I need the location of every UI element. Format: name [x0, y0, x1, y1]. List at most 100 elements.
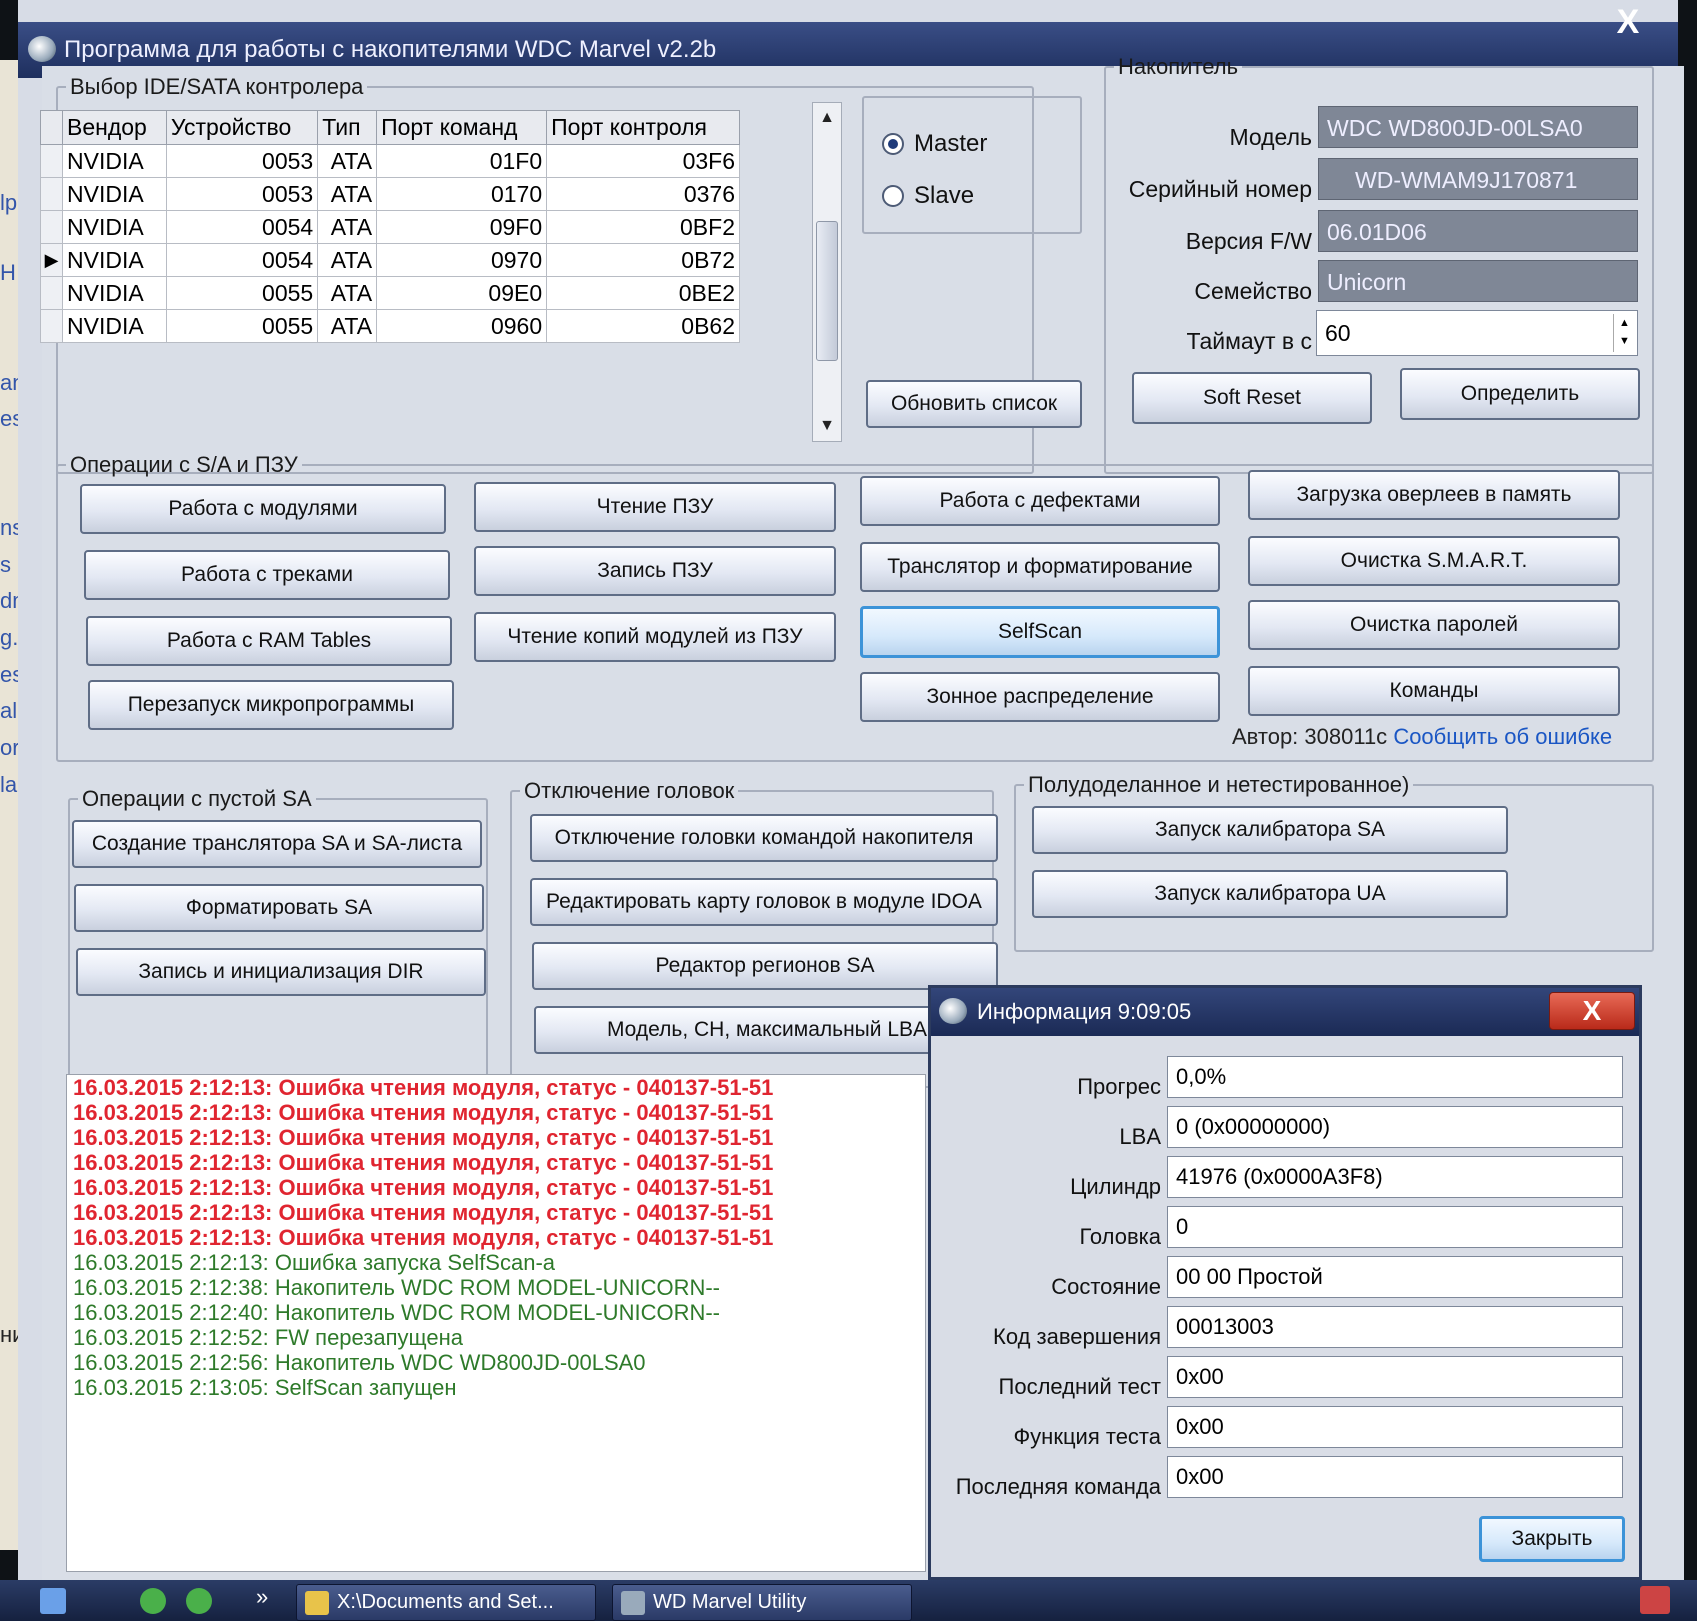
log-panel[interactable]: 16.03.2015 2:12:13: Ошибка чтения модуля… — [66, 1074, 926, 1572]
test-function-field[interactable]: 0x00 — [1167, 1406, 1623, 1448]
scroll-up-icon[interactable]: ▲ — [813, 103, 841, 133]
slave-radio[interactable]: Slave — [882, 182, 974, 210]
log-line-error: 16.03.2015 2:12:13: Ошибка чтения модуля… — [73, 1125, 774, 1150]
spinner-arrows-icon[interactable]: ▲ ▼ — [1613, 314, 1635, 352]
serial-field[interactable]: WD-WMAM9J170871 — [1318, 158, 1638, 200]
clear-passwords-button[interactable]: Очистка паролей — [1248, 600, 1620, 650]
sa-calibrator-button[interactable]: Запуск калибратора SA — [1032, 806, 1508, 854]
cylinder-field[interactable]: 41976 (0x0000A3F8) — [1167, 1156, 1623, 1198]
modules-button[interactable]: Работа с модулями — [80, 484, 446, 534]
cell-type: ATA — [317, 144, 378, 178]
row-indicator-header — [40, 110, 63, 145]
state-field[interactable]: 00 00 Простой — [1167, 1256, 1623, 1298]
column-header[interactable]: Устройство — [165, 110, 319, 145]
read-module-copies-button[interactable]: Чтение копий модулей из ПЗУ — [474, 612, 836, 662]
tray-icon[interactable] — [1640, 1586, 1670, 1614]
dialog-title-bar[interactable]: Информация 9:09:05 — [931, 988, 1639, 1036]
commands-button[interactable]: Команды — [1248, 666, 1620, 716]
last-test-field[interactable]: 0x00 — [1167, 1356, 1623, 1398]
controller-legend: Выбор IDE/SATA контролера — [70, 74, 364, 99]
cell-cmd-port: 09E0 — [376, 276, 548, 310]
close-dialog-button[interactable]: Закрыть — [1479, 1516, 1625, 1562]
zone-allocation-button[interactable]: Зонное распределение — [860, 672, 1220, 722]
lba-field[interactable]: 0 (0x00000000) — [1167, 1106, 1623, 1148]
fw-field[interactable]: 06.01D06 — [1318, 210, 1638, 252]
log-line-error: 16.03.2015 2:12:13: Ошибка чтения модуля… — [73, 1100, 774, 1125]
taskbar: » X:\Documents and Set... WD Marvel Util… — [0, 1580, 1697, 1621]
taskbar-item[interactable]: X:\Documents and Set... — [296, 1584, 596, 1621]
table-row[interactable]: NVIDIA 0055 ATA 09E0 0BE2 — [40, 276, 740, 310]
write-rom-button[interactable]: Запись ПЗУ — [474, 546, 836, 596]
last-command-field[interactable]: 0x00 — [1167, 1456, 1623, 1498]
refresh-list-button[interactable]: Обновить список — [866, 380, 1082, 428]
table-row[interactable]: NVIDIA 0053 ATA 0170 0376 — [40, 177, 740, 211]
ua-calibrator-button[interactable]: Запуск калибратора UA — [1032, 870, 1508, 918]
scroll-thumb[interactable] — [816, 221, 838, 361]
cell-ctrl-port: 03F6 — [546, 144, 740, 178]
log-line: 16.03.2015 2:12:56: Накопитель WDC WD800… — [73, 1350, 646, 1375]
log-line-error: 16.03.2015 2:12:13: Ошибка чтения модуля… — [73, 1150, 774, 1175]
detect-button[interactable]: Определить — [1400, 368, 1640, 420]
completion-code-field[interactable]: 00013003 — [1167, 1306, 1623, 1348]
load-overlays-button[interactable]: Загрузка оверлеев в память — [1248, 470, 1620, 520]
disable-head-button[interactable]: Отключение головки командой накопителя — [530, 814, 998, 862]
tracks-button[interactable]: Работа с треками — [84, 550, 450, 600]
cell-type: ATA — [317, 243, 378, 277]
cylinder-label: Цилиндр — [1070, 1174, 1161, 1199]
restart-firmware-button[interactable]: Перезапуск микропрограммы — [88, 680, 454, 730]
log-line-error: 16.03.2015 2:12:13: Ошибка чтения модуля… — [73, 1075, 774, 1100]
column-header[interactable]: Тип — [317, 110, 378, 145]
ram-tables-button[interactable]: Работа с RAM Tables — [86, 616, 452, 666]
last-test-label: Последний тест — [998, 1374, 1161, 1399]
write-init-dir-button[interactable]: Запись и инициализация DIR — [76, 948, 486, 996]
head-field[interactable]: 0 — [1167, 1206, 1623, 1248]
scroll-down-icon[interactable]: ▼ — [813, 411, 841, 441]
read-rom-button[interactable]: Чтение ПЗУ — [474, 482, 836, 532]
row-indicator — [40, 276, 63, 310]
table-scrollbar[interactable]: ▲ ▼ — [812, 102, 842, 442]
log-line: 16.03.2015 2:12:38: Накопитель WDC ROM M… — [73, 1275, 720, 1300]
family-field[interactable]: Unicorn — [1318, 260, 1638, 302]
log-line: 16.03.2015 2:13:05: SelfScan запущен — [73, 1375, 457, 1400]
taskbar-item-active[interactable]: WD Marvel Utility — [612, 1584, 912, 1621]
log-line-error: 16.03.2015 2:12:13: Ошибка чтения модуля… — [73, 1175, 774, 1200]
heads-legend: Отключение головок — [524, 778, 735, 803]
cell-device: 0054 — [165, 210, 319, 244]
author-line: Автор: 308011c Сообщить об ошибке — [1232, 724, 1612, 750]
create-sa-translator-button[interactable]: Создание транслятора SA и SA-листа — [72, 820, 482, 868]
fw-label: Версия F/W — [1185, 228, 1312, 254]
report-bug-link[interactable]: Сообщить об ошибке — [1393, 724, 1612, 749]
cell-vendor: NVIDIA — [62, 309, 167, 343]
dialog-title: Информация 9:09:05 — [977, 999, 1192, 1024]
model-field[interactable]: WDC WD800JD-00LSA0 — [1318, 106, 1638, 148]
chevron-icon[interactable]: » — [256, 1584, 268, 1610]
table-row[interactable]: NVIDIA 0054 ATA 09F0 0BF2 — [40, 210, 740, 244]
translator-format-button[interactable]: Транслятор и форматирование — [860, 542, 1220, 592]
master-label: Master — [914, 130, 988, 157]
defects-button[interactable]: Работа с дефектами — [860, 476, 1220, 526]
soft-reset-button[interactable]: Soft Reset — [1132, 372, 1372, 424]
quicklaunch-icon[interactable] — [186, 1588, 212, 1614]
selfscan-button[interactable]: SelfScan — [860, 606, 1220, 658]
quicklaunch-icon[interactable] — [40, 1588, 66, 1614]
edit-head-map-button[interactable]: Редактировать карту головок в модуле IDO… — [530, 878, 998, 926]
format-sa-button[interactable]: Форматировать SA — [74, 884, 484, 932]
sa-regions-editor-button[interactable]: Редактор регионов SA — [532, 942, 998, 990]
column-header[interactable]: Порт контроля — [546, 110, 740, 145]
close-icon[interactable]: X — [1602, 0, 1654, 44]
timeout-spinner[interactable]: 60 ▲ ▼ — [1316, 310, 1638, 356]
controller-table[interactable]: Вендор Устройство Тип Порт команд Порт к… — [40, 110, 740, 343]
close-icon[interactable]: X — [1549, 992, 1635, 1030]
table-row-selected[interactable]: ▶ NVIDIA 0054 ATA 0970 0B72 — [40, 243, 740, 277]
table-row[interactable]: NVIDIA 0053 ATA 01F0 03F6 — [40, 144, 740, 178]
row-indicator — [40, 177, 63, 211]
quicklaunch-icon[interactable] — [140, 1588, 166, 1614]
column-header[interactable]: Порт команд — [376, 110, 548, 145]
clear-smart-button[interactable]: Очистка S.M.A.R.T. — [1248, 536, 1620, 586]
experimental-legend: Полудоделанное и нетестированное) — [1028, 772, 1410, 797]
table-row[interactable]: NVIDIA 0055 ATA 0960 0B62 — [40, 309, 740, 343]
info-dialog: Информация 9:09:05 X Прогрес 0,0% LBA 0 … — [928, 985, 1642, 1580]
progress-field[interactable]: 0,0% — [1167, 1056, 1623, 1098]
master-radio[interactable]: Master — [882, 130, 987, 158]
column-header[interactable]: Вендор — [62, 110, 167, 145]
